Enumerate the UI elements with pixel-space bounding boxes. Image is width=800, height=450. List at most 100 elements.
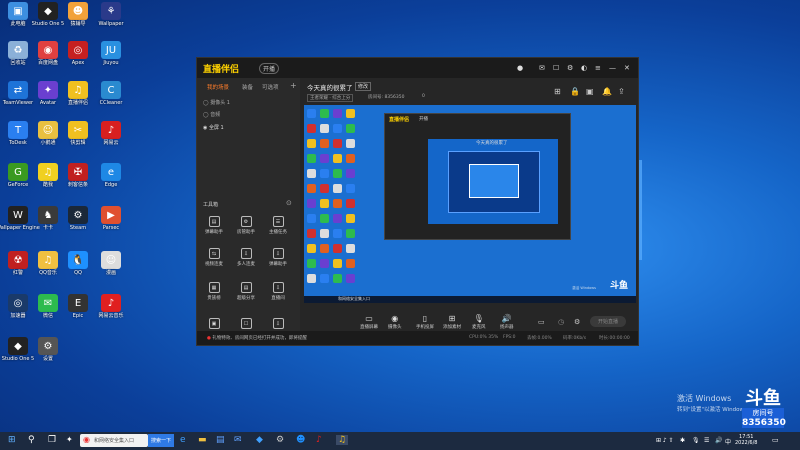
desktop-icon[interactable]: T ToDesk [2, 121, 34, 151]
desktop-icon[interactable]: ☺ 小鹅通 [32, 121, 64, 151]
close-icon[interactable]: ✕ [624, 64, 630, 72]
mail-icon[interactable]: ✉ [234, 435, 242, 445]
edge-icon[interactable]: e [180, 435, 186, 445]
layer-fullscreen[interactable]: ◉ 全屏 1 [203, 124, 224, 131]
tab-scenes[interactable]: 我的场景 [207, 83, 229, 91]
desktop-icon[interactable]: ◉ 百度网盘 [32, 41, 64, 71]
add-scene-icon[interactable]: + [290, 81, 297, 90]
desktop-icon[interactable]: E Epic [62, 294, 94, 324]
search-button[interactable]: 搜索一下 [148, 434, 174, 447]
live-companion-window[interactable]: 直播伴侣 开播 ● ✉ ☐ ⚙ ◐ ≡ — ✕ 我的场景 装备 可选项 + ◯ … [196, 57, 639, 346]
layer-audio[interactable]: ◯ 音频 [203, 111, 220, 118]
tray-icons[interactable]: ⊞ ♪ ⇧ [656, 437, 674, 444]
message-icon[interactable]: ✉ [539, 64, 545, 72]
mic-tray-icon[interactable]: 🎙 [692, 437, 700, 444]
desktop-icon[interactable]: ◎ 加速器 [2, 294, 34, 324]
desktop-icon[interactable]: ☢ 红警 [2, 251, 34, 281]
control-button[interactable]: ▯ 手机投屏 [416, 314, 434, 330]
task-view-icon[interactable]: ❐ [48, 435, 56, 445]
store-icon[interactable]: ▤ [216, 435, 225, 445]
layer-camera[interactable]: ◯ 摄像头 1 [203, 99, 230, 106]
bell-icon[interactable]: 🔔 [602, 87, 612, 96]
tools-expand-icon[interactable]: ⊙ [286, 199, 292, 207]
category-tag[interactable]: 王者荣耀 · 综合上分 [307, 94, 354, 102]
clock[interactable]: 17:51 2022/6/8 [735, 434, 757, 446]
desktop-icon[interactable]: JU Jiuyou [95, 41, 127, 71]
desktop-icon[interactable]: ♫ 直播伴侣 [62, 81, 94, 111]
desktop-icon[interactable]: e Edge [95, 163, 127, 193]
share-screen-icon[interactable]: ⊞ [554, 87, 561, 96]
desktop-icon[interactable]: ▣ 此电脑 [2, 2, 34, 32]
desktop-icon[interactable]: ◆ Studio One 5 [32, 2, 64, 32]
search-input[interactable]: 和网络安全集入口 [94, 437, 134, 444]
settings-icon[interactable]: ⚙ [567, 64, 573, 72]
camera-toggle-icon[interactable]: ▭ [538, 318, 545, 326]
tool-item-partial[interactable]: ⇩ [265, 318, 291, 329]
desktop-icon[interactable]: ✠ 刺客信条 [62, 163, 94, 193]
timer-icon[interactable]: ◷ [558, 318, 564, 326]
desktop-icon[interactable]: ⚙ 设置 [32, 337, 64, 367]
tool-item[interactable]: ⇩ 直播间 [265, 282, 291, 301]
minimize-icon[interactable]: — [609, 64, 616, 72]
folder-icon[interactable]: ▬ [198, 435, 207, 445]
start-live-button[interactable]: 开始直播 [590, 316, 626, 327]
tab-equipment[interactable]: 装备 [242, 83, 253, 91]
skin-icon[interactable]: ◐ [581, 64, 587, 72]
desktop-icon[interactable]: ♫ QQ音乐 [32, 251, 64, 281]
search-box[interactable]: ◉ 和网络安全集入口 [80, 434, 148, 447]
netease-task-icon[interactable]: ♪ [316, 435, 322, 445]
start-icon[interactable]: ⊞ [8, 435, 16, 445]
desktop-icon[interactable]: 🐧 QQ [62, 251, 94, 281]
control-button[interactable]: 🔊 扬声器 [500, 314, 514, 330]
desktop-icon[interactable]: ◎ Apex [62, 41, 94, 71]
tool-item[interactable]: ⇩ 弹幕助手 [265, 248, 291, 267]
edit-title-button[interactable]: 修改 [355, 82, 372, 91]
tool-item[interactable]: ⇩ 多人连麦 [233, 248, 259, 267]
notification-icon[interactable]: ▭ [772, 436, 779, 444]
gift-icon[interactable]: ☐ [553, 64, 559, 72]
control-button[interactable]: ▭ 直播屏幕 [360, 314, 378, 330]
desktop-icon[interactable]: ✦ Avatar [32, 81, 64, 111]
desktop-icon[interactable]: ♻ 回收站 [2, 41, 34, 71]
menu-icon[interactable]: ≡ [595, 64, 601, 72]
desktop-icon[interactable]: ⚘ Wallpaper [95, 2, 127, 32]
desktop-icon[interactable]: C CCleaner [95, 81, 127, 111]
tab-options[interactable]: 可选项 [262, 83, 279, 91]
tool-item[interactable]: ▦ 贵族榜 [201, 282, 227, 301]
network-icon[interactable]: ☰ [704, 437, 709, 444]
tool-item[interactable]: ☰ 主播任务 [265, 216, 291, 235]
tool-item[interactable]: ▤ 超级分享 [233, 282, 259, 301]
title-bar[interactable]: 直播伴侣 开播 ● ✉ ☐ ⚙ ◐ ≡ — ✕ [197, 58, 638, 78]
stream-preview[interactable]: 直播伴侣 开播 今天真的很累了 激活 Windows 斗鱼 和网络安全集入口 [304, 105, 636, 303]
desktop-icon[interactable]: W Wallpaper Engine [0, 206, 40, 236]
desktop-icon[interactable]: ♪ 网易云 [95, 121, 127, 151]
live-companion-task-icon[interactable]: ♫ [336, 435, 349, 445]
record-icon[interactable]: ▣ [586, 87, 594, 96]
desktop-icon[interactable]: ☻ 猿辅导 [62, 2, 94, 32]
desktop-icon[interactable]: ✉ 微信 [32, 294, 64, 324]
tool-item[interactable]: ▤ 弹幕助手 [201, 216, 227, 235]
desktop-icon[interactable]: G GeForce [2, 163, 34, 193]
desktop-icon[interactable]: ♪ 网易云音乐 [95, 294, 127, 324]
desktop-icon[interactable]: ◆ Studio One 5 [2, 337, 34, 367]
control-button[interactable]: ⊞ 添加素材 [443, 314, 461, 330]
qq-task-icon[interactable]: ☻ [296, 435, 305, 445]
steam-task-icon[interactable]: ⚙ [276, 435, 284, 445]
desktop-icon[interactable]: ☺ 漫画 [95, 251, 127, 281]
share-icon[interactable]: ⇪ [618, 87, 625, 96]
tool-item[interactable]: ⇆ 视频连麦 [201, 248, 227, 267]
desktop-icon[interactable]: ▶ Parsec [95, 206, 127, 236]
version-badge[interactable]: 开播 [259, 63, 280, 74]
desktop-icon[interactable]: ♞ 卡卡 [32, 206, 64, 236]
lock-icon[interactable]: 🔒 [570, 87, 580, 96]
tool-item-partial[interactable]: ▣ [201, 318, 227, 329]
bluetooth-icon[interactable]: ✱ [680, 437, 685, 444]
toDesk-task-icon[interactable]: ◆ [256, 435, 263, 445]
volume-icon[interactable]: 🔊 [715, 437, 722, 444]
widget-icon[interactable]: ✦ [66, 435, 73, 444]
tool-item[interactable]: ⚙ 房管助手 [233, 216, 259, 235]
control-button[interactable]: ◉ 摄像头 [388, 314, 402, 330]
desktop-icon[interactable]: ⇄ TeamViewer [2, 81, 34, 111]
search-icon[interactable]: ⚲ [28, 435, 35, 445]
desktop-icon[interactable]: ✂ 快剪辑 [62, 121, 94, 151]
